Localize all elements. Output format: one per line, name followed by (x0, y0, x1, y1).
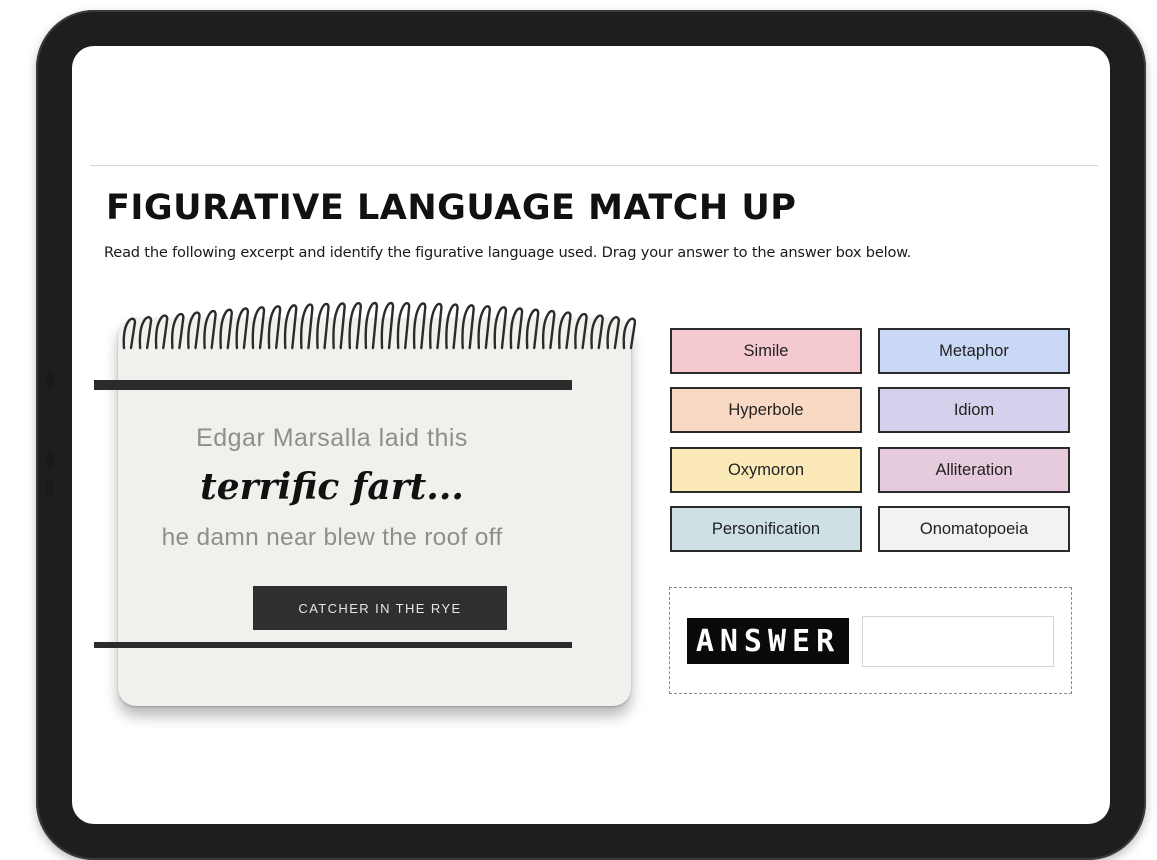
choice-oxymoron[interactable]: Oxymoron (670, 447, 862, 493)
answer-box[interactable] (862, 616, 1054, 667)
choice-hyperbole[interactable]: Hyperbole (670, 387, 862, 433)
tablet-side-button (46, 452, 54, 468)
choice-metaphor[interactable]: Metaphor (878, 328, 1070, 374)
notebook-top-bar (94, 380, 572, 390)
excerpt-emphasis: terrific fart... (200, 466, 464, 508)
choice-idiom[interactable]: Idiom (878, 387, 1070, 433)
answer-label: ANSWER (687, 618, 849, 664)
spiral-binding-icon (122, 301, 636, 350)
source-button[interactable]: CATCHER IN THE RYE (253, 586, 507, 630)
tablet-side-button (46, 372, 54, 388)
excerpt-line-1: Edgar Marsalla laid this (196, 424, 468, 452)
tablet-side-button (46, 480, 54, 496)
excerpt-line-2: he damn near blew the roof off (161, 524, 503, 551)
page-title: FIGURATIVE LANGUAGE MATCH UP (106, 188, 797, 228)
tablet-screen: FIGURATIVE LANGUAGE MATCH UP Read the fo… (72, 46, 1110, 824)
notebook-bottom-bar (94, 642, 572, 648)
choice-alliteration[interactable]: Alliteration (878, 447, 1070, 493)
choice-personification[interactable]: Personification (670, 506, 862, 552)
divider (90, 165, 1098, 166)
instructions-text: Read the following excerpt and identify … (104, 244, 912, 261)
choice-onomatopoeia[interactable]: Onomatopoeia (878, 506, 1070, 552)
choice-simile[interactable]: Simile (670, 328, 862, 374)
